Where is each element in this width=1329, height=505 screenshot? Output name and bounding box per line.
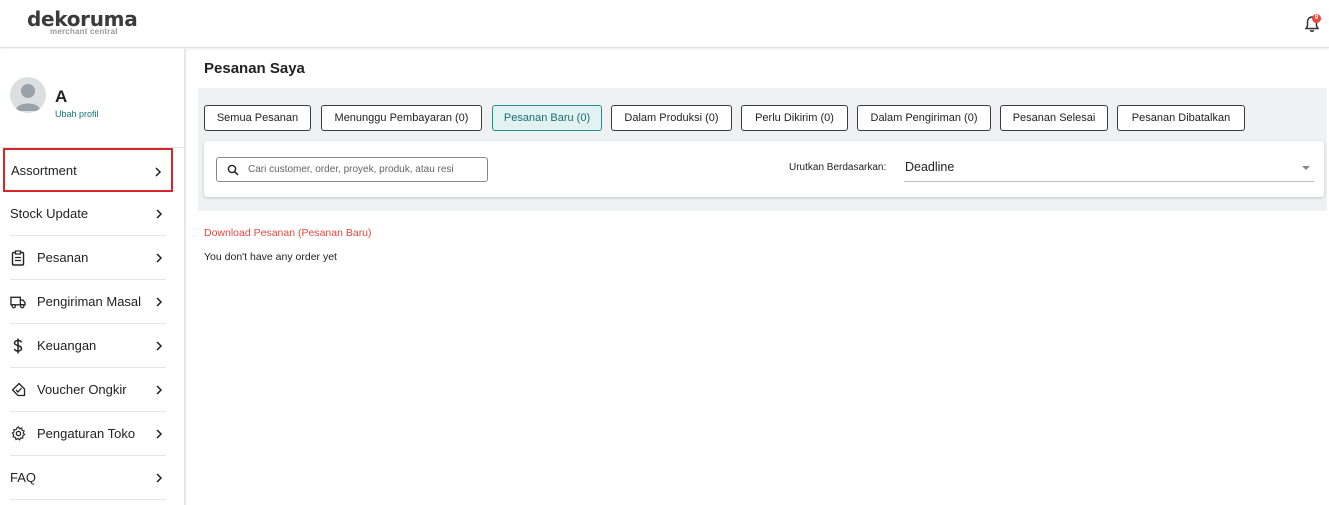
tab-pesanan-selesai[interactable]: Pesanan Selesai <box>1000 105 1108 131</box>
chevron-right-icon <box>156 297 163 307</box>
chevron-right-icon <box>155 167 162 177</box>
sort-selected-value: Deadline <box>905 160 955 174</box>
chevron-right-icon <box>156 341 163 351</box>
tab-dalam-pengiriman[interactable]: Dalam Pengiriman (0) <box>857 105 991 131</box>
profile-name: A <box>55 87 68 106</box>
sort-label: Urutkan Berdasarkan: <box>789 162 887 173</box>
logo-wordmark: dekoruma <box>27 7 138 31</box>
sidebar-item-label: Pengaturan Toko <box>37 426 136 441</box>
voucher-tag-icon <box>10 382 26 398</box>
tab-menunggu-pembayaran[interactable]: Menunggu Pembayaran (0) <box>321 105 482 131</box>
search-input[interactable] <box>248 161 483 178</box>
sidebar-item-label: FAQ <box>10 470 37 485</box>
dollar-icon <box>10 338 26 354</box>
logo-subtitle: merchant central <box>50 27 118 36</box>
dekoruma-logo[interactable]: dekoruma merchant central <box>27 7 138 36</box>
sidebar-item-label: Stock Update <box>10 206 89 221</box>
sidebar-item-stock-update[interactable]: Stock Update <box>10 192 166 236</box>
avatar-placeholder-icon <box>15 84 41 111</box>
sidebar-item-pesanan[interactable]: Pesanan <box>10 236 166 280</box>
avatar[interactable] <box>10 77 46 113</box>
tab-semua-pesanan[interactable]: Semua Pesanan <box>204 105 311 131</box>
sidebar-item-assortment[interactable]: Assortment <box>3 148 173 192</box>
sidebar: A Ubah profil Assortment Stock Update Pe… <box>0 49 186 505</box>
tab-pesanan-baru[interactable]: Pesanan Baru (0) <box>492 105 602 131</box>
search-sort-card: Urutkan Berdasarkan: Deadline <box>204 141 1324 197</box>
sidebar-item-pengiriman-masal[interactable]: Pengiriman Masal <box>10 280 166 324</box>
chevron-right-icon <box>156 253 163 263</box>
edit-profile-link[interactable]: Ubah profil <box>55 109 99 119</box>
chevron-right-icon <box>156 429 163 439</box>
empty-state-message: You don't have any order yet <box>204 251 337 263</box>
tab-dalam-produksi[interactable]: Dalam Produksi (0) <box>611 105 732 131</box>
sidebar-item-keuangan[interactable]: Keuangan <box>10 324 166 368</box>
clipboard-icon <box>10 249 26 266</box>
truck-icon <box>10 294 26 310</box>
sidebar-item-label: Pesanan <box>37 250 89 265</box>
order-filter-panel: Semua Pesanan Menunggu Pembayaran (0) Pe… <box>198 88 1327 211</box>
gear-icon <box>10 426 26 442</box>
sidebar-item-voucher-ongkir[interactable]: Voucher Ongkir <box>10 368 166 412</box>
chevron-right-icon <box>156 385 163 395</box>
search-icon <box>227 164 239 176</box>
top-bar: dekoruma merchant central 9 <box>0 0 1329 48</box>
sidebar-item-pengaturan-toko[interactable]: Pengaturan Toko <box>10 412 166 456</box>
tab-perlu-dikirim[interactable]: Perlu Dikirim (0) <box>741 105 848 131</box>
caret-down-icon <box>1302 166 1310 170</box>
chevron-right-icon <box>156 209 163 219</box>
page-title: Pesanan Saya <box>204 60 305 77</box>
sidebar-item-label: Assortment <box>11 162 77 178</box>
sidebar-item-label: Voucher Ongkir <box>37 382 127 397</box>
chevron-right-icon <box>156 473 163 483</box>
sidebar-item-label: Pengiriman Masal <box>37 294 142 309</box>
tab-pesanan-dibatalkan[interactable]: Pesanan Dibatalkan <box>1117 105 1245 131</box>
sidebar-item-faq[interactable]: FAQ <box>10 456 166 500</box>
search-box[interactable] <box>216 157 488 182</box>
sidebar-item-label: Keuangan <box>37 338 97 353</box>
notification-badge: 9 <box>1312 14 1321 23</box>
main-content: Pesanan Saya Semua Pesanan Menunggu Pemb… <box>198 49 1329 505</box>
sort-dropdown[interactable]: Deadline <box>904 154 1314 182</box>
download-orders-link[interactable]: Download Pesanan (Pesanan Baru) <box>204 227 372 239</box>
